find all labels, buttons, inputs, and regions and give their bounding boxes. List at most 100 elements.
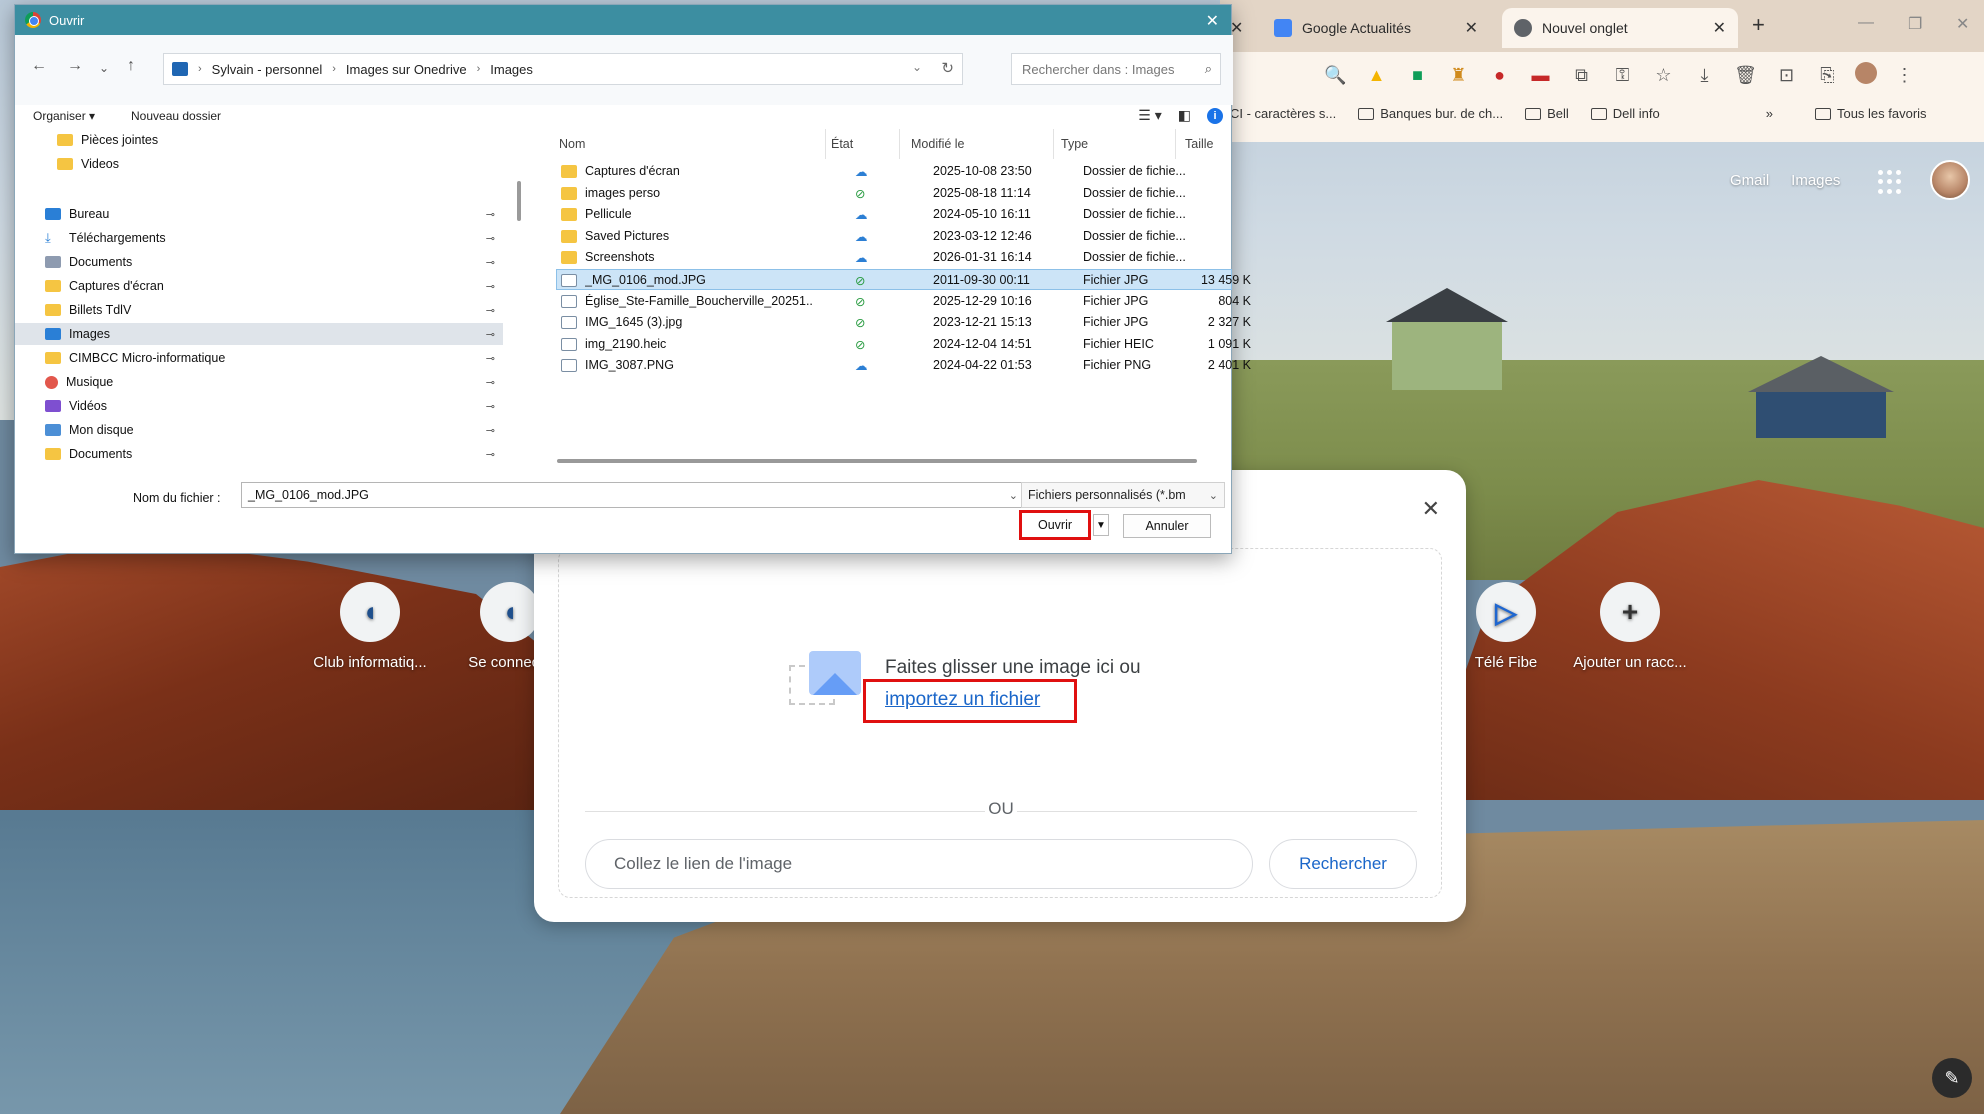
table-row[interactable]: Pellicule 2024-05-10 16:11 Dossier de fich… bbox=[557, 204, 1233, 225]
nav-item[interactable]: Documents ⊸ bbox=[27, 251, 503, 273]
folder-icon bbox=[57, 134, 73, 146]
open-options-dropdown[interactable]: ▼ bbox=[1093, 514, 1109, 536]
new-folder-button[interactable]: Nouveau dossier bbox=[131, 109, 221, 123]
nav-item[interactable]: Pièces jointes bbox=[39, 129, 515, 151]
extension-icon[interactable]: ♜ bbox=[1445, 62, 1472, 89]
extension-icon[interactable]: ▬ bbox=[1527, 62, 1554, 89]
navigation-pane: Pièces jointes Videos Bureau ⊸ ⤓ Télécharg… bbox=[15, 129, 515, 469]
nav-item[interactable]: Vidéos ⊸ bbox=[27, 395, 503, 417]
extension-icon[interactable]: ● bbox=[1486, 62, 1513, 89]
image-drop-zone[interactable]: Faites glisser une image ici ou importez… bbox=[558, 548, 1442, 898]
scrollbar[interactable] bbox=[517, 181, 521, 221]
close-icon[interactable]: ✕ bbox=[1206, 11, 1219, 31]
column-header-name[interactable]: Nom bbox=[559, 137, 585, 151]
image-url-input[interactable]: Collez le lien de l'image bbox=[585, 839, 1253, 889]
pictures-icon bbox=[172, 62, 188, 76]
open-button[interactable]: Ouvrir bbox=[1019, 510, 1091, 540]
close-icon[interactable]: ✕ bbox=[1713, 18, 1726, 38]
close-window-icon[interactable]: ✕ bbox=[1956, 14, 1969, 34]
table-row[interactable]: _MG_0106_mod.JPG 2011-09-30 00:11 Fichier … bbox=[556, 269, 1251, 290]
help-icon[interactable]: i bbox=[1207, 107, 1223, 124]
column-header-modified[interactable]: Modifié le bbox=[911, 137, 965, 151]
tab-new-tab[interactable]: Nouvel onglet ✕ bbox=[1502, 8, 1738, 48]
scrollbar[interactable] bbox=[557, 459, 1197, 463]
trash-icon[interactable]: 🗑 bbox=[1732, 62, 1759, 89]
address-bar[interactable]: › Sylvain - personnel › Images sur Onedr… bbox=[163, 53, 963, 85]
table-row[interactable]: Captures d'écran 2025-10-08 23:50 Dossier … bbox=[557, 161, 1233, 182]
filetype-select[interactable]: Fichiers personnalisés (*.bm ⌄ bbox=[1021, 482, 1225, 508]
nav-item[interactable]: Musique ⊸ bbox=[27, 371, 503, 393]
screenshot-icon[interactable]: ⊡ bbox=[1773, 62, 1800, 89]
table-row[interactable]: Screenshots 2026-01-31 16:14 Dossier de fi… bbox=[557, 247, 1233, 268]
up-arrow-icon[interactable]: ↑ bbox=[127, 57, 135, 75]
table-row[interactable]: images perso 2025-08-18 11:14 Dossier de f… bbox=[557, 183, 1233, 204]
shortcut-tile[interactable]: ◖ Club informatiq... bbox=[300, 582, 440, 671]
search-input[interactable]: Rechercher dans : Images ⌕ bbox=[1011, 53, 1221, 85]
add-shortcut-tile[interactable]: + Ajouter un racc... bbox=[1560, 582, 1700, 671]
table-row[interactable]: Saved Pictures 2023-03-12 12:46 Dossier de… bbox=[557, 226, 1233, 247]
column-header-state[interactable]: État bbox=[831, 137, 853, 151]
plus-icon: + bbox=[1600, 582, 1660, 642]
breadcrumb[interactable]: Sylvain - personnel bbox=[212, 62, 323, 77]
table-row[interactable]: img_2190.heic 2024-12-04 14:51 Fichier HEI… bbox=[557, 334, 1251, 355]
extensions-puzzle-icon[interactable]: ⧉ bbox=[1568, 62, 1595, 89]
table-row[interactable]: Église_Ste-Famille_Boucherville_20251...… bbox=[557, 291, 1251, 312]
nav-item[interactable]: Captures d'écran ⊸ bbox=[27, 275, 503, 297]
extension-icon[interactable]: ■ bbox=[1404, 62, 1431, 89]
nav-item[interactable]: Billets TdlV ⊸ bbox=[27, 299, 503, 321]
new-tab-button[interactable]: + bbox=[1752, 12, 1765, 38]
column-header-size[interactable]: Taille bbox=[1185, 137, 1214, 151]
gmail-link[interactable]: Gmail bbox=[1730, 172, 1769, 189]
restore-icon[interactable]: ❐ bbox=[1908, 14, 1922, 34]
search-icon: ⌕ bbox=[1204, 61, 1212, 76]
bookmark-item[interactable]: Bell bbox=[1525, 106, 1569, 121]
google-drive-icon[interactable]: ▲ bbox=[1363, 62, 1390, 89]
nav-item[interactable]: CIMBCC Micro-informatique ⊸ bbox=[27, 347, 503, 369]
cancel-button[interactable]: Annuler bbox=[1123, 514, 1211, 538]
more-bookmarks-button[interactable]: » bbox=[1766, 106, 1773, 121]
bookmark-star-icon[interactable]: ☆ bbox=[1650, 62, 1677, 89]
search-button[interactable]: Rechercher bbox=[1269, 839, 1417, 889]
preview-pane-icon[interactable]: ◧ bbox=[1178, 107, 1191, 124]
password-key-icon[interactable]: ⚿ bbox=[1609, 62, 1636, 89]
breadcrumb[interactable]: Images bbox=[490, 62, 533, 77]
customize-pencil-icon[interactable]: ✎ bbox=[1932, 1058, 1972, 1098]
minimize-icon[interactable]: — bbox=[1858, 14, 1874, 32]
tab-google-news[interactable]: Google Actualités ✕ bbox=[1262, 8, 1490, 48]
chevron-down-icon[interactable]: ⌄ bbox=[912, 60, 922, 74]
refresh-icon[interactable]: ↻ bbox=[941, 59, 954, 77]
google-apps-icon[interactable] bbox=[1878, 170, 1902, 194]
view-options-icon[interactable]: ☰ ▾ bbox=[1138, 107, 1161, 124]
all-bookmarks[interactable]: Tous les favoris bbox=[1814, 106, 1927, 121]
avatar[interactable] bbox=[1930, 160, 1970, 200]
table-row[interactable]: IMG_3087.PNG 2024-04-22 01:53 Fichier PNG 2… bbox=[557, 355, 1251, 376]
nav-item[interactable]: Videos bbox=[39, 153, 515, 175]
filename-field[interactable]: _MG_0106_mod.JPG ⌄ bbox=[241, 482, 1025, 508]
nav-item[interactable]: ⤓ Téléchargements ⊸ bbox=[27, 227, 503, 249]
translate-icon[interactable]: ⎘ bbox=[1814, 62, 1841, 89]
nav-item-selected[interactable]: Images ⊸ bbox=[15, 323, 503, 345]
breadcrumb[interactable]: Images sur Onedrive bbox=[346, 62, 467, 77]
chevron-down-icon[interactable]: ⌄ bbox=[1009, 489, 1018, 502]
bookmark-item[interactable]: Banques bur. de ch... bbox=[1358, 106, 1503, 121]
forward-arrow-icon[interactable]: → bbox=[67, 57, 83, 75]
menu-kebab-icon[interactable]: ⋮ bbox=[1891, 62, 1918, 89]
file-name: Saved Pictures bbox=[585, 228, 670, 243]
images-link[interactable]: Images bbox=[1791, 172, 1840, 189]
nav-item[interactable]: Documents ⊸ bbox=[27, 443, 503, 465]
table-row[interactable]: IMG_1645 (3).jpg 2023-12-21 15:13 Fichier … bbox=[557, 312, 1251, 333]
bookmark-item[interactable]: CI - caractères s... bbox=[1230, 106, 1336, 121]
bookmark-item[interactable]: Dell info bbox=[1590, 106, 1660, 121]
organize-button[interactable]: Organiser ▾ bbox=[33, 109, 95, 123]
column-header-type[interactable]: Type bbox=[1061, 137, 1088, 151]
close-icon[interactable]: ✕ bbox=[1422, 496, 1440, 522]
nav-item[interactable]: Mon disque ⊸ bbox=[27, 419, 503, 441]
profile-avatar-small[interactable] bbox=[1855, 62, 1877, 84]
download-icon[interactable]: ⤓ bbox=[1691, 62, 1718, 89]
back-arrow-icon[interactable]: ← bbox=[31, 57, 47, 75]
upload-file-link[interactable]: importez un fichier bbox=[885, 689, 1040, 711]
recent-locations-icon[interactable]: ⌄ bbox=[99, 61, 109, 75]
close-icon[interactable]: ✕ bbox=[1465, 18, 1478, 38]
zoom-icon[interactable]: 🔍 bbox=[1322, 62, 1349, 89]
nav-item[interactable]: Bureau ⊸ bbox=[27, 203, 503, 225]
